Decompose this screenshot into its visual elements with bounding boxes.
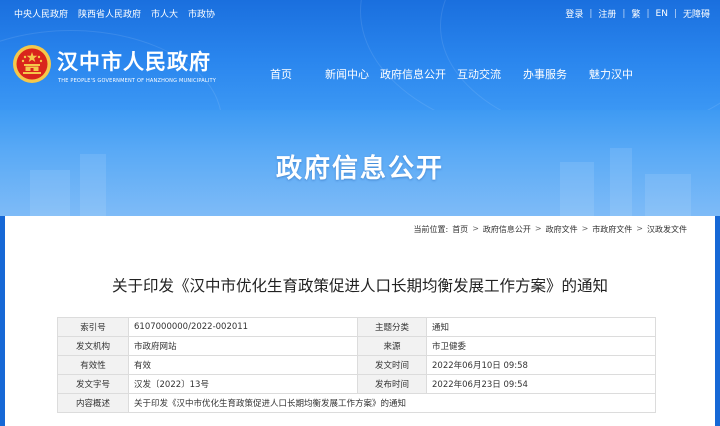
meta-label: 发文时间	[357, 355, 427, 375]
link-central-gov[interactable]: 中央人民政府	[14, 7, 68, 20]
document-meta-table: 索引号 6107000000/2022-002011 主题分类 通知 发文机构 …	[57, 317, 656, 413]
site-subtitle: THE PEOPLE'S GOVERNMENT OF HANZHONG MUNI…	[58, 78, 217, 84]
meta-value: 有效	[128, 355, 358, 375]
table-row: 发文字号 汉发〔2022〕13号 发布时间 2022年06月23日 09:54	[57, 374, 656, 394]
traditional-chinese-link[interactable]: 繁	[631, 7, 640, 20]
breadcrumb-hanzhengfa[interactable]: 汉政发文件	[647, 224, 687, 235]
table-row: 索引号 6107000000/2022-002011 主题分类 通知	[57, 317, 656, 337]
breadcrumb-label: 当前位置:	[413, 225, 449, 234]
meta-value: 6107000000/2022-002011	[128, 317, 358, 337]
separator: |	[622, 8, 626, 19]
content-area: 当前位置: 首页 > 政府信息公开 > 政府文件 > 市政府文件 > 汉政发文件…	[5, 216, 715, 426]
meta-label: 内容概述	[57, 393, 129, 413]
breadcrumb-separator: >	[472, 224, 479, 233]
link-city-cppcc[interactable]: 市政协	[188, 7, 215, 20]
register-link[interactable]: 注册	[598, 7, 616, 20]
breadcrumb-city-docs[interactable]: 市政府文件	[592, 224, 632, 235]
nav-charm[interactable]: 魅力汉中	[578, 66, 644, 82]
table-row: 内容概述 关于印发《汉中市优化生育政策促进人口长期均衡发展工作方案》的通知	[57, 393, 656, 413]
breadcrumb-separator: >	[534, 224, 542, 233]
breadcrumb-gov-info[interactable]: 政府信息公开	[483, 224, 531, 235]
section-banner: 政府信息公开	[0, 110, 720, 216]
nav-gov-info[interactable]: 政府信息公开	[380, 66, 446, 82]
meta-label: 发文字号	[57, 374, 129, 394]
main-nav: 首页 新闻中心 政府信息公开 互动交流 办事服务 魅力汉中	[248, 66, 644, 82]
link-city-congress[interactable]: 市人大	[151, 7, 178, 20]
separator: |	[673, 8, 677, 19]
breadcrumb-gov-docs[interactable]: 政府文件	[546, 224, 578, 235]
meta-value: 市卫健委	[426, 336, 656, 356]
login-link[interactable]: 登录	[565, 7, 583, 20]
meta-label: 发文机构	[57, 336, 129, 356]
meta-value: 2022年06月10日 09:58	[426, 355, 656, 375]
separator: |	[589, 8, 593, 19]
breadcrumb: 当前位置: 首页 > 政府信息公开 > 政府文件 > 市政府文件 > 汉政发文件	[413, 224, 687, 235]
article-title: 关于印发《汉中市优化生育政策促进人口长期均衡发展工作方案》的通知	[111, 277, 608, 295]
national-emblem-icon[interactable]	[12, 44, 52, 84]
meta-label: 索引号	[57, 317, 129, 337]
breadcrumb-separator: >	[581, 224, 589, 233]
nav-services[interactable]: 办事服务	[512, 66, 578, 82]
meta-value: 2022年06月23日 09:54	[426, 374, 656, 394]
meta-label: 发布时间	[357, 374, 427, 394]
top-links-left: 中央人民政府 陕西省人民政府 市人大 市政协	[14, 7, 215, 20]
meta-value: 汉发〔2022〕13号	[128, 374, 358, 394]
site-title[interactable]: 汉中市人民政府	[57, 46, 211, 76]
link-shaanxi-gov[interactable]: 陕西省人民政府	[78, 7, 141, 20]
meta-label: 主题分类	[357, 317, 427, 337]
accessibility-link[interactable]: 无障碍	[683, 7, 710, 20]
nav-interaction[interactable]: 互动交流	[446, 66, 512, 82]
meta-value: 通知	[426, 317, 656, 337]
top-links-right: 登录 | 注册 | 繁 | EN | 无障碍	[565, 7, 710, 21]
nav-home[interactable]: 首页	[248, 66, 314, 82]
table-row: 有效性 有效 发文时间 2022年06月10日 09:58	[57, 355, 656, 375]
separator: |	[646, 8, 650, 19]
nav-news[interactable]: 新闻中心	[314, 66, 380, 82]
site-header: 中央人民政府 陕西省人民政府 市人大 市政协 登录 | 注册 | 繁 | EN …	[0, 0, 720, 110]
breadcrumb-separator: >	[636, 224, 643, 233]
table-row: 发文机构 市政府网站 来源 市卫健委	[57, 336, 656, 356]
meta-value: 市政府网站	[128, 336, 358, 356]
top-bar: 中央人民政府 陕西省人民政府 市人大 市政协 登录 | 注册 | 繁 | EN …	[0, 0, 720, 26]
english-link[interactable]: EN	[656, 9, 668, 19]
meta-label: 有效性	[57, 355, 129, 375]
meta-label: 来源	[357, 336, 427, 356]
banner-title: 政府信息公开	[275, 154, 444, 184]
breadcrumb-home[interactable]: 首页	[452, 224, 468, 235]
meta-summary-value: 关于印发《汉中市优化生育政策促进人口长期均衡发展工作方案》的通知	[128, 393, 656, 413]
